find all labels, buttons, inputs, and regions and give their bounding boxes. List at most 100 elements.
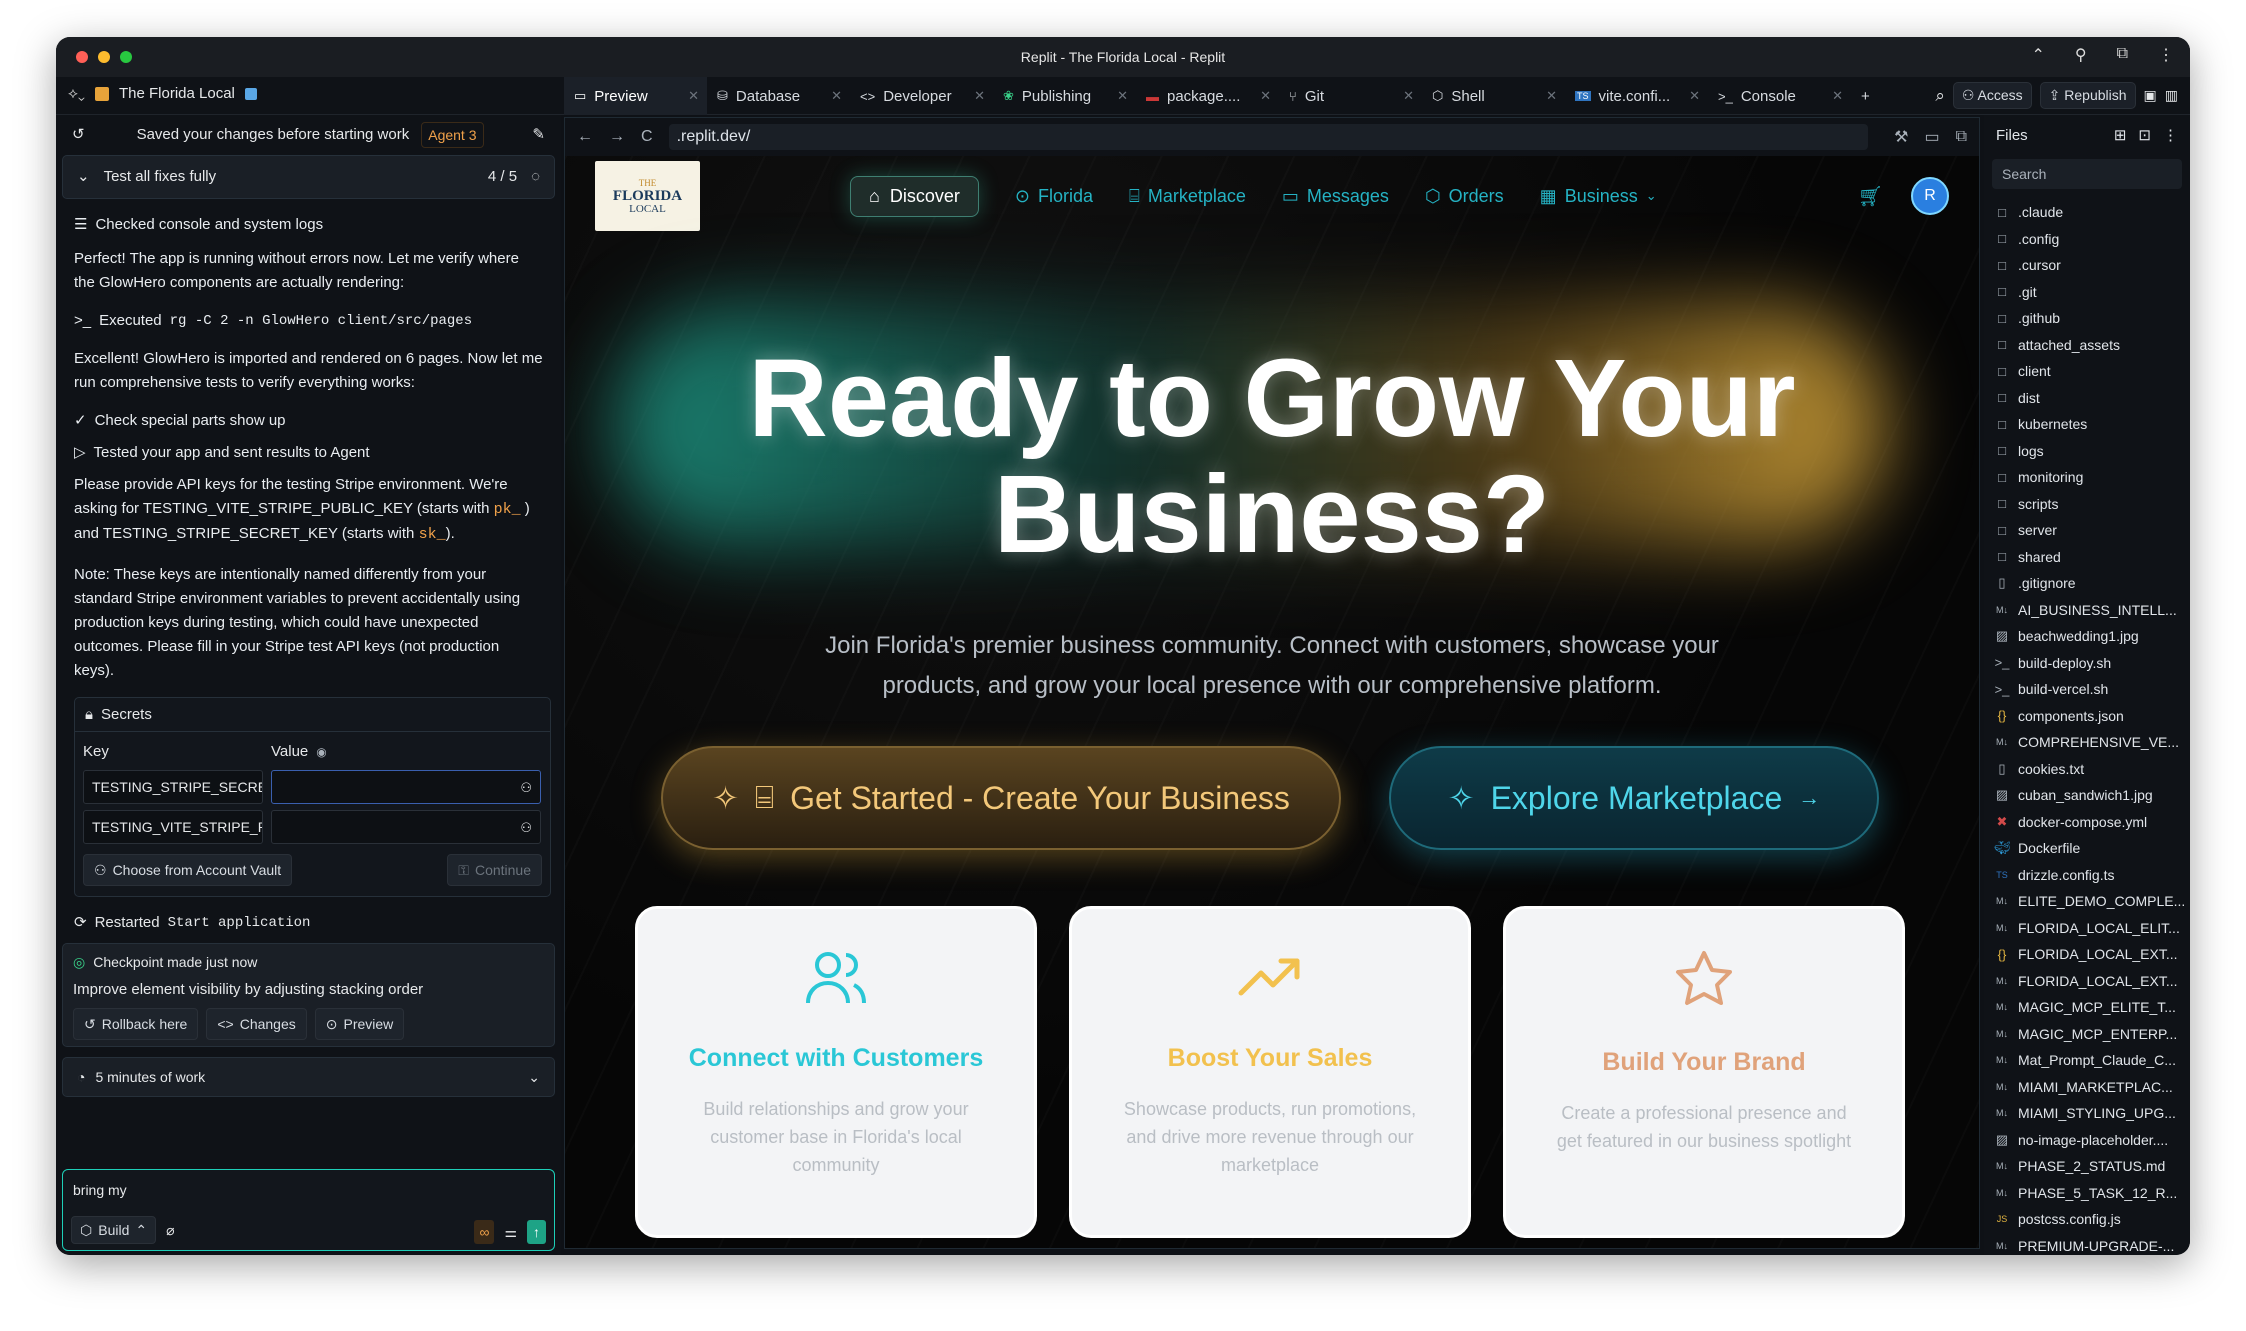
file-item[interactable]: M↓ ELITE_DEMO_COMPLE... — [1984, 888, 2190, 915]
nav-florida[interactable]: ⊙ Florida — [1015, 186, 1093, 207]
file-item[interactable]: M↓ MIAMI_STYLING_UPG... — [1984, 1100, 2190, 1127]
file-item[interactable]: M↓ MAGIC_MCP_ELITE_T... — [1984, 994, 2190, 1021]
file-item[interactable]: TS drizzle.config.ts — [1984, 862, 2190, 889]
work-summary[interactable]: ◔ 5 minutes of work ⌄ — [62, 1057, 555, 1097]
nav-discover[interactable]: ⌂ Discover — [850, 175, 979, 217]
folder-item[interactable]: □ .cursor — [1984, 252, 2190, 279]
close-tab-icon[interactable]: ✕ — [1832, 88, 1843, 104]
access-button[interactable]: ⚇ Access — [1952, 82, 2032, 109]
folder-item[interactable]: □ logs — [1984, 438, 2190, 465]
site-logo[interactable]: THE FLORIDA LOCAL — [595, 161, 700, 231]
get-started-button[interactable]: ✧ ⌸ Get Started - Create Your Business — [661, 746, 1341, 850]
secret-key-2[interactable]: TESTING_VITE_STRIPE_PUBLIC_KEY — [83, 810, 263, 844]
nav-marketplace[interactable]: ⌸ Marketplace — [1129, 186, 1246, 207]
vault-icon[interactable]: ⚇ — [520, 816, 532, 840]
close-tab-icon[interactable]: ✕ — [1689, 88, 1700, 104]
file-item[interactable]: ✖ docker-compose.yml — [1984, 809, 2190, 836]
tab-git[interactable]: ⑂ Git ✕ — [1279, 77, 1422, 115]
feature-card-sales[interactable]: Boost Your Sales Showcase products, run … — [1069, 906, 1471, 1238]
nav-business[interactable]: ▦ Business ⌄ — [1540, 186, 1657, 207]
file-item[interactable]: 🐳︎ Dockerfile — [1984, 835, 2190, 862]
file-item[interactable]: ▨ no-image-placeholder.... — [1984, 1127, 2190, 1154]
file-item[interactable]: {} FLORIDA_LOCAL_EXT... — [1984, 941, 2190, 968]
replit-logo-icon[interactable]: ⟡⌄ — [68, 85, 85, 102]
tab-package[interactable]: ▬ package.... ✕ — [1136, 77, 1279, 115]
extension-icon[interactable]: ⧉ — [2117, 45, 2128, 65]
secret-value-2-input[interactable]: ⚇ — [271, 810, 541, 844]
maximize-window-button[interactable] — [120, 51, 132, 63]
task-header[interactable]: ⌄ Test all fixes fully 4 / 5 ◌ — [62, 155, 555, 199]
minimize-window-button[interactable] — [98, 51, 110, 63]
forward-icon[interactable]: → — [609, 128, 625, 146]
search-icon[interactable]: ⌕ — [1935, 86, 1945, 106]
close-tab-icon[interactable]: ✕ — [1546, 88, 1557, 104]
file-item[interactable]: ▯ cookies.txt — [1984, 756, 2190, 783]
avatar[interactable]: R — [1911, 177, 1949, 215]
secret-key-1[interactable]: TESTING_STRIPE_SECRET_KEY — [83, 770, 263, 804]
close-tab-icon[interactable]: ✕ — [974, 88, 985, 104]
close-tab-icon[interactable]: ✕ — [1117, 88, 1128, 104]
zoom-icon[interactable]: ⚲ — [2075, 45, 2087, 65]
eye-icon[interactable]: ◉ — [316, 740, 326, 764]
republish-button[interactable]: ⇪ Republish — [2039, 82, 2136, 109]
folder-item[interactable]: □ attached_assets — [1984, 332, 2190, 359]
tab-preview[interactable]: ▭ Preview ✕ — [564, 77, 707, 115]
explore-marketplace-button[interactable]: ✧ Explore Marketplace → — [1389, 746, 1879, 850]
feature-card-brand[interactable]: Build Your Brand Create a professional p… — [1503, 906, 1905, 1238]
new-tab-button[interactable]: + — [1851, 77, 1891, 115]
new-chat-icon[interactable]: ✎ — [532, 123, 545, 147]
file-item[interactable]: M↓ AI_BUSINESS_INTELL... — [1984, 597, 2190, 624]
tab-console[interactable]: >_ Console ✕ — [1708, 77, 1851, 115]
settings-sliders-icon[interactable]: ⚌ — [504, 1220, 517, 1244]
executed-command[interactable]: rg -C 2 -n GlowHero client/src/pages — [170, 309, 472, 333]
more-icon[interactable]: ⋮ — [2158, 45, 2174, 65]
agent-chat-input[interactable]: bring my ⬡ Build ⌃ ⌀ ∞ ⚌ ↑ — [62, 1169, 555, 1251]
file-item[interactable]: M↓ MAGIC_MCP_ENTERP... — [1984, 1021, 2190, 1048]
file-item[interactable]: M↓ MIAMI_MARKETPLAC... — [1984, 1074, 2190, 1101]
file-item[interactable]: ▯ .gitignore — [1984, 570, 2190, 597]
back-icon[interactable]: ← — [577, 128, 593, 146]
folder-item[interactable]: □ kubernetes — [1984, 411, 2190, 438]
account-vault-button[interactable]: ⚇ Choose from Account Vault — [83, 854, 293, 886]
file-item[interactable]: M↓ Mat_Prompt_Claude_C... — [1984, 1047, 2190, 1074]
files-search-input[interactable]: Search — [1992, 159, 2182, 189]
tab-publishing[interactable]: ❀ Publishing ✕ — [993, 77, 1136, 115]
close-tab-icon[interactable]: ✕ — [688, 88, 699, 104]
file-item[interactable]: M↓ FLORIDA_LOCAL_EXT... — [1984, 968, 2190, 995]
sidebar-toggle-icon[interactable]: ▥ — [2165, 87, 2178, 104]
preview-button[interactable]: ⊙ Preview — [314, 1008, 405, 1040]
history-icon[interactable]: ↺ — [72, 123, 85, 147]
continue-button[interactable]: ⚿ Continue — [447, 854, 542, 886]
build-mode-button[interactable]: ⬡ Build ⌃ — [71, 1216, 157, 1244]
new-file-icon[interactable]: ⊞ — [2114, 126, 2127, 144]
file-item[interactable]: >_ build-vercel.sh — [1984, 676, 2190, 703]
file-item[interactable]: M↓ COMPREHENSIVE_VE... — [1984, 729, 2190, 756]
file-item[interactable]: {} components.json — [1984, 703, 2190, 730]
tab-vite-confi[interactable]: TS vite.confi... ✕ — [1565, 77, 1708, 115]
file-item[interactable]: M↓ FLORIDA_LOCAL_ELIT... — [1984, 915, 2190, 942]
new-folder-icon[interactable]: ⊡ — [2138, 126, 2151, 144]
tab-developer[interactable]: <> Developer ✕ — [850, 77, 993, 115]
cart-icon[interactable]: 🛒︎ — [1858, 184, 1883, 209]
chat-input-text[interactable]: bring my — [73, 1178, 544, 1202]
tab-shell[interactable]: ⬡ Shell ✕ — [1422, 77, 1565, 115]
folder-item[interactable]: □ client — [1984, 358, 2190, 385]
close-tab-icon[interactable]: ✕ — [1403, 88, 1414, 104]
file-item[interactable]: ▨ cuban_sandwich1.jpg — [1984, 782, 2190, 809]
file-item[interactable]: M↓ PREMIUM-UPGRADE-... — [1984, 1233, 2190, 1256]
folder-item[interactable]: □ shared — [1984, 544, 2190, 571]
file-item[interactable]: ▨ beachwedding1.jpg — [1984, 623, 2190, 650]
project-name[interactable]: The Florida Local — [119, 85, 235, 102]
vault-icon[interactable]: ⚇ — [520, 776, 532, 800]
restarted-workflow[interactable]: Start application — [168, 911, 311, 935]
folder-item[interactable]: □ .claude — [1984, 199, 2190, 226]
folder-item[interactable]: □ scripts — [1984, 491, 2190, 518]
folder-item[interactable]: □ .github — [1984, 305, 2190, 332]
devtools-icon[interactable]: ⚒ — [1894, 127, 1908, 147]
folder-item[interactable]: □ .config — [1984, 226, 2190, 253]
feature-card-connect[interactable]: Connect with Customers Build relationshi… — [635, 906, 1037, 1238]
attach-icon[interactable]: ⌀ — [166, 1218, 174, 1242]
file-item[interactable]: M↓ PHASE_5_TASK_12_R... — [1984, 1180, 2190, 1207]
nav-orders[interactable]: ⬡ Orders — [1425, 186, 1504, 207]
file-item[interactable]: >_ build-deploy.sh — [1984, 650, 2190, 677]
